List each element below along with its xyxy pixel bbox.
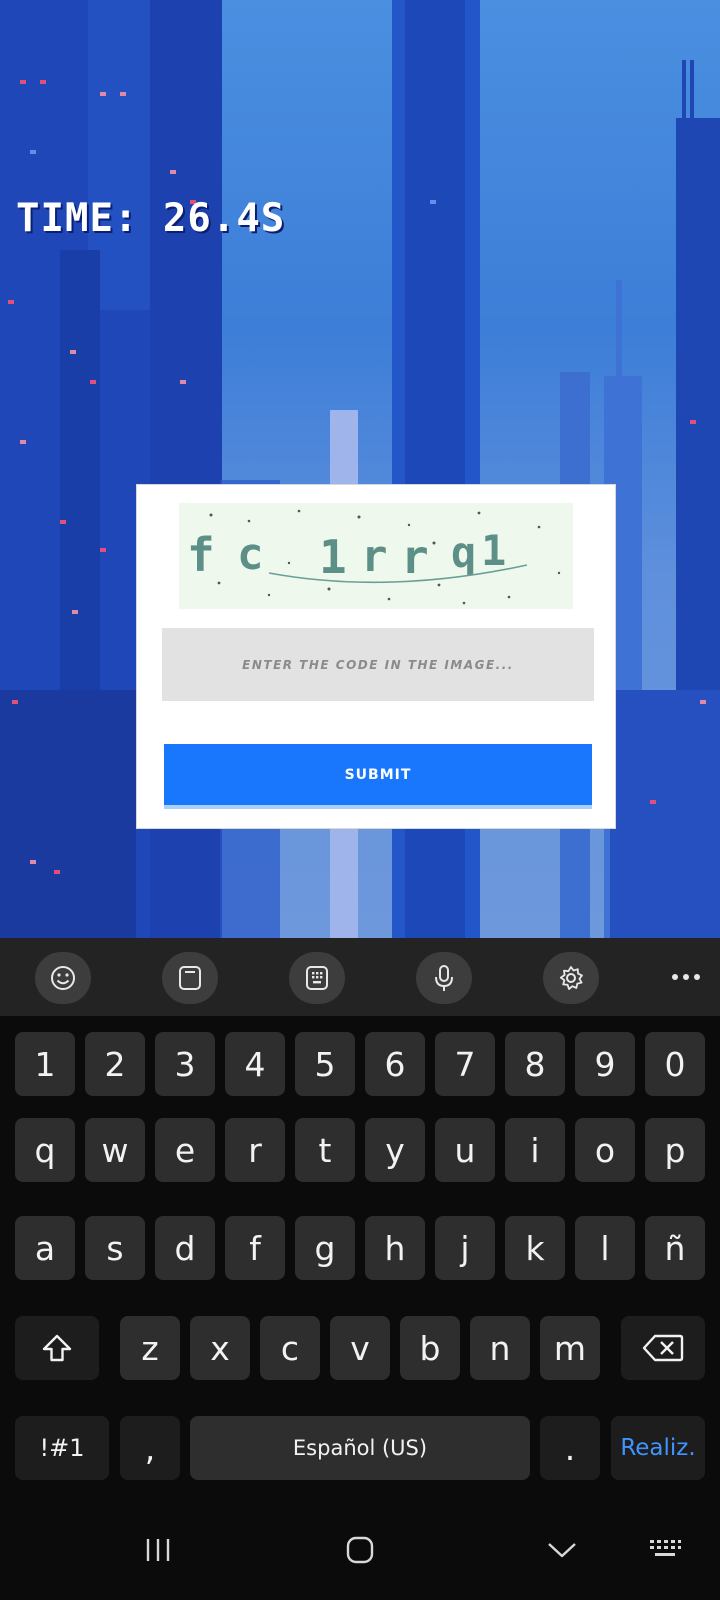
captcha-char: 1 (481, 526, 506, 575)
keyboard-switch-icon[interactable] (645, 1530, 685, 1570)
key-q[interactable]: q (15, 1118, 75, 1182)
submit-button[interactable]: SUBMIT (164, 744, 592, 809)
backspace-icon (642, 1334, 684, 1362)
home-icon[interactable] (340, 1530, 380, 1570)
key-r[interactable]: r (225, 1118, 285, 1182)
key-u[interactable]: u (435, 1118, 495, 1182)
key-g[interactable]: g (295, 1216, 355, 1280)
keyboard-toolbar (0, 938, 720, 1016)
key-5[interactable]: 5 (295, 1032, 355, 1096)
period-key[interactable]: . (540, 1416, 600, 1480)
backspace-key[interactable] (621, 1316, 705, 1380)
key-z[interactable]: z (120, 1316, 180, 1380)
captcha-panel: f c 1 r r q 1 SUBMIT (136, 484, 616, 829)
key-f[interactable]: f (225, 1216, 285, 1280)
key-w[interactable]: w (85, 1118, 145, 1182)
captcha-code-input[interactable] (162, 628, 594, 701)
shift-key[interactable] (15, 1316, 99, 1380)
key-t[interactable]: t (295, 1118, 355, 1182)
key-s[interactable]: s (85, 1216, 145, 1280)
key-7[interactable]: 7 (435, 1032, 495, 1096)
key-1[interactable]: 1 (15, 1032, 75, 1096)
key-p[interactable]: p (645, 1118, 705, 1182)
game-timer: TIME: 26.4S (16, 196, 286, 241)
key-j[interactable]: j (435, 1216, 495, 1280)
key-n[interactable]: n (470, 1316, 530, 1380)
key-2[interactable]: 2 (85, 1032, 145, 1096)
symbols-key[interactable]: !#1 (15, 1416, 109, 1480)
key-k[interactable]: k (505, 1216, 565, 1280)
more-icon[interactable] (666, 962, 706, 992)
key-y[interactable]: y (365, 1118, 425, 1182)
space-key[interactable]: Español (US) (190, 1416, 530, 1480)
key-m[interactable]: m (540, 1316, 600, 1380)
keyboard: 1 2 3 4 5 6 7 8 9 0 q w e r t y u i o p … (0, 1016, 720, 1500)
key-n-tilde[interactable]: ñ (645, 1216, 705, 1280)
key-d[interactable]: d (155, 1216, 215, 1280)
captcha-char: 1 (319, 530, 347, 584)
captcha-char: r (361, 531, 388, 582)
comma-key[interactable]: , (120, 1416, 180, 1480)
clipboard-icon[interactable] (162, 952, 218, 1004)
key-x[interactable]: x (190, 1316, 250, 1380)
captcha-char: c (237, 529, 264, 580)
gear-icon[interactable] (543, 952, 599, 1004)
captcha-image: f c 1 r r q 1 (179, 503, 573, 609)
key-c[interactable]: c (260, 1316, 320, 1380)
key-3[interactable]: 3 (155, 1032, 215, 1096)
captcha-char: f (187, 528, 215, 582)
microphone-icon[interactable] (416, 952, 472, 1004)
key-e[interactable]: e (155, 1118, 215, 1182)
emoji-icon[interactable] (35, 952, 91, 1004)
action-key[interactable]: Realiz. (611, 1416, 705, 1480)
key-o[interactable]: o (575, 1118, 635, 1182)
game-scene: TIME: 26.4S f c 1 r r q 1 ENTER THE CODE… (0, 0, 720, 938)
key-9[interactable]: 9 (575, 1032, 635, 1096)
shift-icon (42, 1334, 72, 1362)
recent-apps-icon[interactable] (138, 1530, 178, 1570)
key-6[interactable]: 6 (365, 1032, 425, 1096)
key-v[interactable]: v (330, 1316, 390, 1380)
key-a[interactable]: a (15, 1216, 75, 1280)
key-l[interactable]: l (575, 1216, 635, 1280)
keypad-icon[interactable] (289, 952, 345, 1004)
captcha-code-graphic: f c 1 r r q 1 (187, 509, 561, 605)
key-h[interactable]: h (365, 1216, 425, 1280)
system-navbar (0, 1500, 720, 1600)
back-icon[interactable] (542, 1530, 582, 1570)
key-0[interactable]: 0 (645, 1032, 705, 1096)
captcha-char: q (451, 528, 476, 577)
key-8[interactable]: 8 (505, 1032, 565, 1096)
key-i[interactable]: i (505, 1118, 565, 1182)
captcha-char: r (401, 530, 429, 584)
key-4[interactable]: 4 (225, 1032, 285, 1096)
key-b[interactable]: b (400, 1316, 460, 1380)
